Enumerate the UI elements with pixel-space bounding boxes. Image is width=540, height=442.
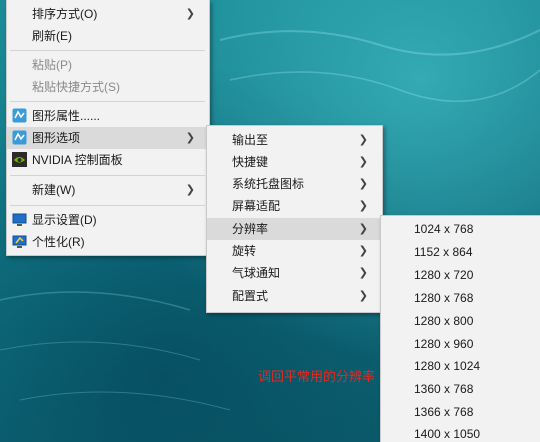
- resolution-item[interactable]: 1280 x 720: [381, 264, 539, 286]
- chevron-right-icon: ❯: [358, 200, 368, 212]
- nvidia-icon: [12, 152, 27, 167]
- resolution-item[interactable]: 1366 x 768: [381, 401, 539, 423]
- resolution-item[interactable]: 1280 x 800: [381, 310, 539, 332]
- menu-separator: [10, 175, 205, 176]
- annotation-text: 调回平常用的分辨率: [258, 369, 376, 384]
- chevron-right-icon: ❯: [358, 134, 368, 146]
- menu-item-label: 显示设置(D): [32, 213, 97, 227]
- menu-item-label: 配置式: [232, 289, 269, 303]
- submenu-item-profiles[interactable]: 配置式 ❯: [207, 285, 380, 307]
- resolution-item[interactable]: 1280 x 960: [381, 333, 539, 355]
- desktop-context-menu: 排序方式(O) ❯ 刷新(E) 粘贴(P) 粘贴快捷方式(S) 图形属性....…: [6, 0, 210, 256]
- chevron-right-icon: ❯: [185, 184, 195, 196]
- menu-item-label: 刷新(E): [32, 29, 72, 43]
- menu-item-paste[interactable]: 粘贴(P): [7, 54, 207, 76]
- resolution-label: 1280 x 768: [414, 291, 474, 305]
- menu-item-label: 屏幕适配: [232, 199, 281, 213]
- menu-separator: [10, 205, 205, 206]
- intel-graphics-icon: [12, 108, 27, 123]
- resolution-submenu: 1024 x 768 1152 x 864 1280 x 720 1280 x …: [380, 215, 540, 442]
- menu-item-label: 系统托盘图标: [232, 177, 305, 191]
- menu-item-label: 旋转: [232, 244, 257, 258]
- resolution-item[interactable]: 1024 x 768: [381, 218, 539, 240]
- menu-item-refresh[interactable]: 刷新(E): [7, 25, 207, 47]
- menu-item-personalize[interactable]: 个性化(R): [7, 231, 207, 253]
- submenu-item-balloon-notify[interactable]: 气球通知 ❯: [207, 262, 380, 284]
- menu-item-label: 新建(W): [32, 183, 76, 197]
- chevron-right-icon: ❯: [358, 156, 368, 168]
- monitor-icon: [12, 213, 27, 226]
- resolution-item[interactable]: 1280 x 1024: [381, 355, 539, 377]
- personalize-icon: [12, 235, 27, 248]
- chevron-right-icon: ❯: [358, 290, 368, 302]
- submenu-item-tray-icon[interactable]: 系统托盘图标 ❯: [207, 173, 380, 195]
- chevron-right-icon: ❯: [358, 178, 368, 190]
- menu-item-graphics-options[interactable]: 图形选项 ❯: [7, 127, 207, 149]
- resolution-label: 1360 x 768: [414, 382, 474, 396]
- menu-item-label: 图形属性......: [32, 109, 101, 123]
- chevron-right-icon: ❯: [358, 267, 368, 279]
- menu-item-nvidia-control-panel[interactable]: NVIDIA 控制面板: [7, 149, 207, 171]
- resolution-label: 1280 x 800: [414, 314, 474, 328]
- menu-item-label: 气球通知: [232, 266, 281, 280]
- resolution-item[interactable]: 1280 x 768: [381, 287, 539, 309]
- menu-item-label: NVIDIA 控制面板: [32, 153, 123, 167]
- menu-separator: [10, 50, 205, 51]
- menu-item-label: 图形选项: [32, 131, 81, 145]
- menu-item-label: 输出至: [232, 133, 269, 147]
- resolution-label: 1366 x 768: [414, 405, 474, 419]
- submenu-item-rotation[interactable]: 旋转 ❯: [207, 240, 380, 262]
- menu-item-display-settings[interactable]: 显示设置(D): [7, 209, 207, 231]
- menu-item-label: 个性化(R): [32, 235, 85, 249]
- menu-item-label: 排序方式(O): [32, 7, 98, 21]
- menu-separator: [10, 101, 205, 102]
- intel-graphics-icon: [12, 130, 27, 145]
- resolution-label: 1024 x 768: [414, 222, 474, 236]
- desktop-background[interactable]: 排序方式(O) ❯ 刷新(E) 粘贴(P) 粘贴快捷方式(S) 图形属性....…: [0, 0, 540, 442]
- resolution-label: 1280 x 960: [414, 337, 474, 351]
- menu-item-new[interactable]: 新建(W) ❯: [7, 179, 207, 201]
- menu-item-label: 分辨率: [232, 222, 269, 236]
- submenu-item-hotkeys[interactable]: 快捷键 ❯: [207, 151, 380, 173]
- resolution-item[interactable]: 1152 x 864: [381, 241, 539, 263]
- menu-item-label: 粘贴(P): [32, 58, 72, 72]
- resolution-item[interactable]: 1400 x 1050: [381, 423, 539, 442]
- chevron-right-icon: ❯: [185, 8, 195, 20]
- graphics-options-submenu: 输出至 ❯ 快捷键 ❯ 系统托盘图标 ❯ 屏幕适配 ❯ 分辨率 ❯ 旋转 ❯ 气…: [206, 125, 383, 313]
- menu-item-label: 快捷键: [232, 155, 269, 169]
- resolution-label: 1400 x 1050: [414, 427, 481, 441]
- menu-item-paste-shortcut[interactable]: 粘贴快捷方式(S): [7, 76, 207, 98]
- resolution-item[interactable]: 1360 x 768: [381, 378, 539, 400]
- submenu-item-output-to[interactable]: 输出至 ❯: [207, 129, 380, 151]
- submenu-item-panel-fit[interactable]: 屏幕适配 ❯: [207, 195, 380, 217]
- menu-item-label: 粘贴快捷方式(S): [32, 80, 120, 94]
- resolution-label: 1280 x 1024: [414, 359, 481, 373]
- menu-item-graphics-properties[interactable]: 图形属性......: [7, 105, 207, 127]
- chevron-right-icon: ❯: [358, 223, 368, 235]
- submenu-item-resolution[interactable]: 分辨率 ❯: [207, 218, 380, 240]
- resolution-label: 1152 x 864: [414, 245, 473, 259]
- chevron-right-icon: ❯: [358, 245, 368, 257]
- resolution-label: 1280 x 720: [414, 268, 474, 282]
- menu-item-sort-by[interactable]: 排序方式(O) ❯: [7, 3, 207, 25]
- chevron-right-icon: ❯: [185, 132, 195, 144]
